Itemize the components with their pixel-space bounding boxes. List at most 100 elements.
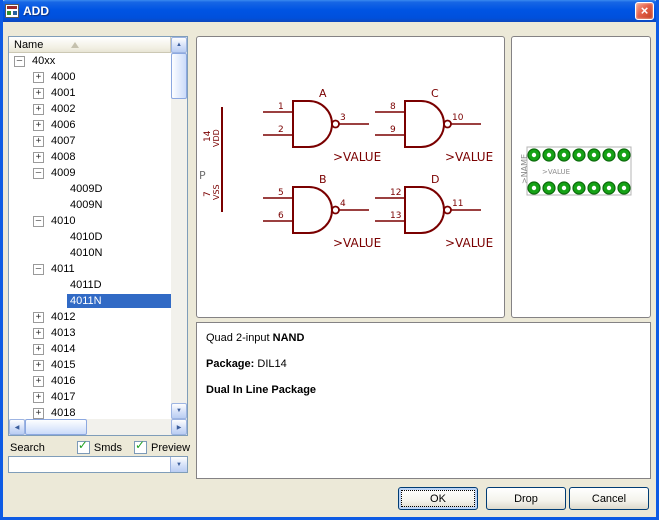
drop-button[interactable]: Drop (486, 487, 566, 510)
tree-item-4015[interactable]: +4015 (9, 357, 171, 373)
tree-item-4008[interactable]: +4008 (9, 149, 171, 165)
tree-item-4009[interactable]: –4009 (9, 165, 171, 181)
tree-item-4010N[interactable]: 4010N (9, 245, 171, 261)
horizontal-scroll-thumb[interactable] (25, 419, 87, 435)
tree-item-label[interactable]: 4011N (67, 294, 171, 308)
pad-hole (622, 153, 626, 157)
expand-icon[interactable]: + (33, 136, 44, 147)
vertical-scroll-thumb[interactable] (171, 53, 187, 99)
description-line-2: Package: DIL14 (206, 358, 650, 370)
expand-icon[interactable]: + (33, 408, 44, 419)
scroll-down-icon[interactable]: ▼ (171, 403, 187, 419)
pad-hole (622, 186, 626, 190)
pin-number: 11 (452, 199, 463, 209)
tree-item-label[interactable]: 4012 (48, 310, 78, 324)
value-placeholder: >VALUE (445, 236, 493, 250)
tree-item-4012[interactable]: +4012 (9, 309, 171, 325)
expand-icon[interactable]: + (33, 312, 44, 323)
tree-item-label[interactable]: 4010N (67, 246, 105, 260)
tree-item-label[interactable]: 4011D (67, 278, 105, 292)
tree-item-4007[interactable]: +4007 (9, 133, 171, 149)
expand-icon[interactable]: + (33, 392, 44, 403)
tree-horizontal-scrollbar[interactable]: ◀ ▶ (9, 419, 187, 435)
search-combo: ▼ (8, 456, 188, 473)
tree-column-header-name[interactable]: Name (9, 37, 171, 53)
tree-item-4009D[interactable]: 4009D (9, 181, 171, 197)
tree-item-label[interactable]: 4001 (48, 86, 78, 100)
pad-hole (562, 153, 566, 157)
expand-icon[interactable]: + (33, 328, 44, 339)
tree-item-label[interactable]: 4015 (48, 358, 78, 372)
tree-item-label[interactable]: 4008 (48, 150, 78, 164)
tree-item-label[interactable]: 40xx (29, 54, 58, 68)
tree-item-4011N[interactable]: 4011N (9, 293, 171, 309)
tree-item-label[interactable]: 4009D (67, 182, 105, 196)
tree-item-4013[interactable]: +4013 (9, 325, 171, 341)
tree-item-label[interactable]: 4018 (48, 406, 78, 419)
tree-item-label[interactable]: 4010D (67, 230, 105, 244)
tree-item-label[interactable]: 4009N (67, 198, 105, 212)
expand-icon[interactable]: + (33, 104, 44, 115)
collapse-icon[interactable]: – (33, 216, 44, 227)
schematic-preview: 123A>VALUE8910C>VALUE564B>VALUE121311D>V… (196, 36, 505, 318)
scroll-right-icon[interactable]: ▶ (171, 419, 187, 435)
smds-checkbox[interactable]: ✓ (77, 441, 90, 454)
combo-dropdown-button[interactable]: ▼ (170, 457, 187, 472)
tree-item-label[interactable]: 4011 (48, 262, 78, 276)
tree-item-4010[interactable]: –4010 (9, 213, 171, 229)
expand-icon[interactable]: + (33, 120, 44, 131)
tree-item-4010D[interactable]: 4010D (9, 229, 171, 245)
tree-item-label[interactable]: 4007 (48, 134, 78, 148)
gate-bubble (332, 207, 339, 214)
tree-item-label[interactable]: 4010 (48, 214, 78, 228)
tree-item-4017[interactable]: +4017 (9, 389, 171, 405)
tree-item-4000[interactable]: +4000 (9, 69, 171, 85)
description-line-3: Dual In Line Package (206, 384, 650, 396)
tree-item-4014[interactable]: +4014 (9, 341, 171, 357)
ok-button[interactable]: OK (398, 487, 478, 510)
gate-letter: C (431, 87, 439, 100)
expand-icon[interactable]: + (33, 88, 44, 99)
tree-item-label[interactable]: 4013 (48, 326, 78, 340)
tree-item-4002[interactable]: +4002 (9, 101, 171, 117)
titlebar[interactable]: ADD × (0, 0, 659, 22)
scroll-up-icon[interactable]: ▲ (171, 37, 187, 53)
collapse-icon[interactable]: – (14, 56, 25, 67)
tree-item-4016[interactable]: +4016 (9, 373, 171, 389)
search-input[interactable] (10, 458, 172, 471)
tree-item-4001[interactable]: +4001 (9, 85, 171, 101)
expand-icon[interactable]: + (33, 72, 44, 83)
expand-icon[interactable]: + (33, 360, 44, 371)
tree-item-4011[interactable]: –4011 (9, 261, 171, 277)
tree-item-4018[interactable]: +4018 (9, 405, 171, 419)
cancel-button[interactable]: Cancel (569, 487, 649, 510)
tree-item-4009N[interactable]: 4009N (9, 197, 171, 213)
preview-label: Preview (151, 442, 190, 454)
tree-item-40xx[interactable]: –40xx (9, 53, 171, 69)
gate-body (293, 101, 332, 147)
vss-label: VSS (212, 184, 221, 200)
preview-checkbox[interactable]: ✓ (134, 441, 147, 454)
pad-hole (532, 186, 536, 190)
tree-item-4006[interactable]: +4006 (9, 117, 171, 133)
tree-item-label[interactable]: 4009 (48, 166, 78, 180)
tree-item-4011D[interactable]: 4011D (9, 277, 171, 293)
tree-item-label[interactable]: 4002 (48, 102, 78, 116)
scroll-left-icon[interactable]: ◀ (9, 419, 25, 435)
tree-list: –40xx+4000+4001+4002+4006+4007+4008–4009… (9, 53, 171, 419)
description-panel: Quad 2-input NAND Package: DIL14 Dual In… (196, 322, 651, 479)
nand-gate-A: 123A>VALUE (263, 87, 381, 164)
gate-letter: A (319, 87, 327, 100)
expand-icon[interactable]: + (33, 152, 44, 163)
expand-icon[interactable]: + (33, 344, 44, 355)
tree-item-label[interactable]: 4006 (48, 118, 78, 132)
tree-item-label[interactable]: 4000 (48, 70, 78, 84)
collapse-icon[interactable]: – (33, 264, 44, 275)
tree-item-label[interactable]: 4014 (48, 342, 78, 356)
tree-item-label[interactable]: 4016 (48, 374, 78, 388)
tree-item-label[interactable]: 4017 (48, 390, 78, 404)
tree-vertical-scrollbar[interactable]: ▲ ▼ (171, 37, 187, 419)
collapse-icon[interactable]: – (33, 168, 44, 179)
close-button[interactable]: × (635, 2, 654, 20)
expand-icon[interactable]: + (33, 376, 44, 387)
